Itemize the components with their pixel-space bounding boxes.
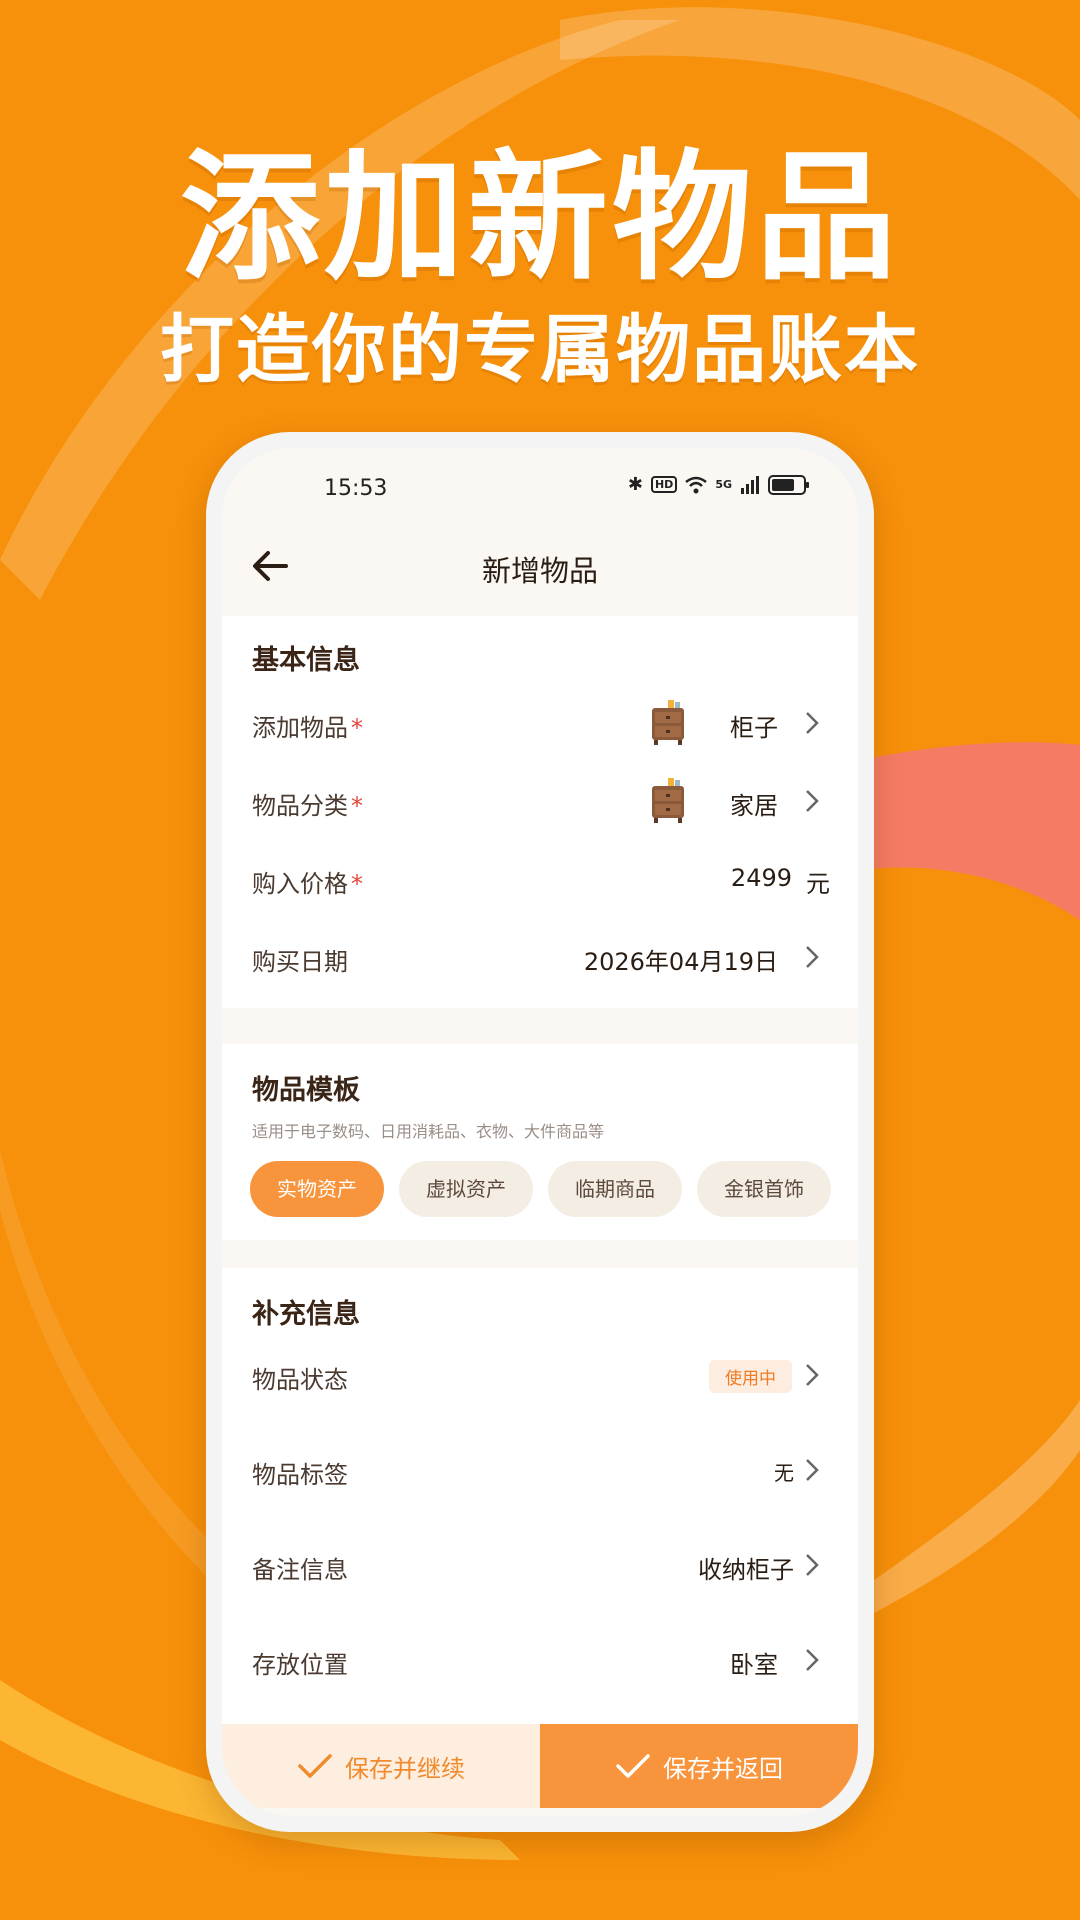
row-label: 备注信息 — [252, 1556, 348, 1584]
chip-virtual-asset[interactable]: 虚拟资产 — [399, 1161, 533, 1217]
template-description: 适用于电子数码、日用消耗品、衣物、大件商品等 — [252, 1122, 605, 1141]
location-value: 卧室 — [730, 1651, 778, 1679]
page-title: 新增物品 — [481, 554, 598, 588]
battery-icon — [768, 474, 809, 495]
save-continue-label: 保存并继续 — [345, 1754, 465, 1783]
save-return-label: 保存并返回 — [663, 1754, 783, 1783]
row-item-status[interactable]: 物品状态 使用中 — [222, 1340, 858, 1410]
chevron-right-icon — [806, 1459, 819, 1481]
chevron-right-icon — [806, 1649, 819, 1671]
save-continue-button[interactable]: 保存并继续 — [222, 1724, 540, 1808]
template-card: 物品模板 适用于电子数码、日用消耗品、衣物、大件商品等 实物资产 虚拟资产 临期… — [222, 1044, 858, 1240]
row-add-item[interactable]: 添加物品 * 柜子 — [222, 688, 858, 758]
chip-gold-jewelry[interactable]: 金银首饰 — [697, 1161, 831, 1217]
row-label: 物品标签 — [252, 1461, 348, 1489]
extra-info-card: 补充信息 物品状态 使用中 物品标签 无 备注信息 收纳柜子 存放位置 卧室 — [222, 1268, 858, 1724]
row-label: 存放位置 — [252, 1651, 348, 1679]
check-icon — [616, 1754, 650, 1778]
chevron-right-icon — [806, 790, 819, 812]
item-name-value: 柜子 — [730, 714, 778, 742]
row-label: 购买日期 — [252, 948, 348, 976]
cabinet-icon — [652, 700, 684, 745]
row-notes[interactable]: 备注信息 收纳柜子 — [222, 1530, 858, 1600]
chevron-right-icon — [806, 1364, 819, 1386]
chevron-right-icon — [806, 1554, 819, 1576]
tags-value: 无 — [774, 1461, 794, 1485]
row-label: 添加物品 * — [252, 714, 363, 742]
phone-screen: 15:53 ✱ HD 5G 新增物品 基本信息 添加物品 * 柜子 物品分类 *… — [222, 448, 858, 1816]
notes-value: 收纳柜子 — [698, 1556, 794, 1584]
status-badge: 使用中 — [709, 1360, 792, 1393]
save-return-button[interactable]: 保存并返回 — [540, 1724, 858, 1808]
signal-label: 5G — [715, 478, 732, 491]
chip-physical-asset[interactable]: 实物资产 — [250, 1161, 384, 1217]
signal-icon — [741, 475, 759, 494]
chevron-right-icon — [806, 946, 819, 968]
purchase-date-value: 2026年04月19日 — [583, 948, 778, 976]
chevron-right-icon — [806, 712, 819, 734]
nav-bar: 新增物品 — [222, 518, 858, 614]
row-purchase-date[interactable]: 购买日期 2026年04月19日 — [222, 922, 858, 992]
cabinet-icon — [652, 778, 684, 823]
row-label: 物品分类 * — [252, 792, 363, 820]
row-label: 购入价格 * — [252, 870, 363, 898]
category-value: 家居 — [730, 792, 778, 820]
price-value: 2499 — [730, 864, 792, 892]
row-storage-location[interactable]: 存放位置 卧室 — [222, 1625, 858, 1695]
chip-expiring-goods[interactable]: 临期商品 — [548, 1161, 682, 1217]
wifi-icon — [685, 476, 708, 493]
template-title: 物品模板 — [252, 1075, 360, 1106]
status-bar: 15:53 ✱ HD 5G — [222, 448, 858, 508]
row-price[interactable]: 购入价格 * 2499 元 — [222, 844, 858, 914]
row-category[interactable]: 物品分类 * 家居 — [222, 766, 858, 836]
check-icon — [298, 1754, 332, 1778]
phone-frame: 15:53 ✱ HD 5G 新增物品 基本信息 添加物品 * 柜子 物品分类 *… — [206, 432, 874, 1832]
promo-title: 添加新物品 — [179, 137, 900, 300]
row-item-tags[interactable]: 物品标签 无 — [222, 1435, 858, 1505]
status-time: 15:53 — [324, 476, 388, 501]
basic-info-card: 基本信息 添加物品 * 柜子 物品分类 * 家居 购入价格 * 2499 元 购… — [222, 616, 858, 1008]
promo-subtitle: 打造你的专属物品账本 — [160, 307, 920, 393]
bottom-action-bar: 保存并继续 保存并返回 — [222, 1724, 858, 1808]
row-label: 物品状态 — [252, 1366, 348, 1394]
bluetooth-icon: ✱ — [627, 474, 643, 495]
status-icons: ✱ HD 5G — [627, 474, 809, 495]
price-unit: 元 — [806, 870, 830, 898]
extra-info-title: 补充信息 — [252, 1299, 360, 1330]
hd-icon: HD — [650, 476, 678, 493]
basic-info-title: 基本信息 — [252, 645, 360, 676]
